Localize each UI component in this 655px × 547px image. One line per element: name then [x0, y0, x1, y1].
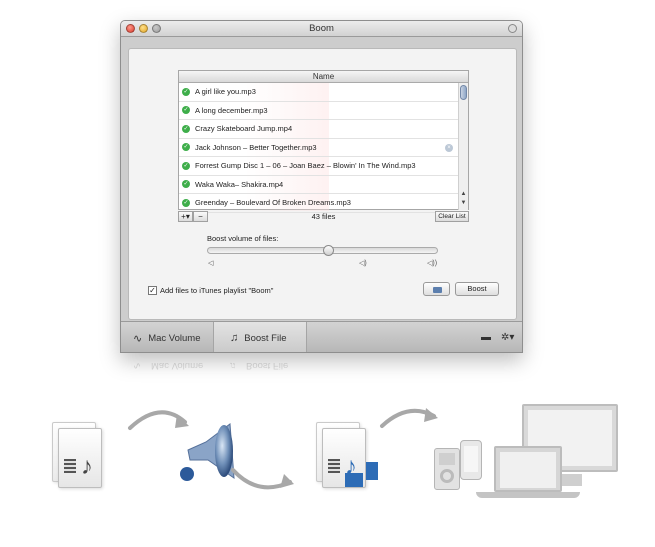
- list-item[interactable]: ✓ A long december.mp3: [179, 102, 458, 120]
- check-circle-icon: ✓: [182, 180, 190, 189]
- file-name: Crazy Skateboard Jump.mp4: [195, 124, 293, 134]
- window-title: Boom: [309, 23, 334, 34]
- file-name: A long december.mp3: [195, 105, 268, 115]
- tab-bar-reflection: ∿ Mac Volume ♫ Boost File: [121, 354, 522, 380]
- itunes-playlist-option[interactable]: ✓ Add files to iTunes playlist "Boom": [148, 286, 273, 295]
- arrow-icon: [231, 468, 294, 490]
- check-circle-icon: ✓: [182, 161, 190, 170]
- list-item[interactable]: ✓ Waka Waka– Shakira.mp4: [179, 176, 458, 194]
- itunes-checkbox[interactable]: ✓: [148, 286, 157, 295]
- reflected-tab-label: Mac Volume: [151, 360, 204, 371]
- music-file-icon: ♫: [230, 332, 239, 344]
- itunes-checkbox-label: Add files to iTunes playlist "Boom": [160, 286, 274, 295]
- list-footer: +▾ − 43 files Clear List: [178, 210, 469, 223]
- remove-item-icon[interactable]: ×: [445, 143, 453, 152]
- reflected-waveform-icon: ∿: [133, 360, 141, 371]
- film-strip-icon: [328, 459, 340, 473]
- phone-icon: [460, 440, 482, 480]
- column-header-name[interactable]: Name: [179, 71, 468, 83]
- file-name: A girl like you.mp3: [195, 87, 256, 97]
- title-bar[interactable]: Boom: [121, 21, 522, 37]
- tab-label: Mac Volume: [148, 332, 201, 344]
- scrollbar-thumb[interactable]: [460, 85, 467, 100]
- check-circle-icon: ✓: [182, 198, 190, 207]
- check-circle-icon: ✓: [182, 106, 190, 115]
- app-window: Boom Name ✓ A girl like you.mp3 ✓ A long…: [120, 20, 523, 353]
- list-item[interactable]: ✓ Forrest Gump Disc 1 – 06 – Joan Baez –…: [179, 157, 458, 176]
- monitor-stand: [560, 474, 582, 486]
- file-list[interactable]: Name ✓ A girl like you.mp3 ✓ A long dece…: [178, 70, 469, 213]
- film-strip-icon: [64, 459, 76, 473]
- volume-medium-icon: ◁): [359, 260, 367, 267]
- music-note-icon: ♪: [81, 453, 93, 480]
- file-name: Waka Waka– Shakira.mp4: [195, 179, 284, 189]
- ipod-icon: [434, 448, 460, 490]
- media-file-icon: ♪: [52, 422, 113, 498]
- toolbar-toggle-button[interactable]: [508, 24, 517, 33]
- volume-low-icon: ◁: [208, 260, 214, 267]
- folder-icon: [433, 287, 442, 293]
- boosted-media-file-icon: ♪: [316, 422, 380, 498]
- boost-volume-label: Boost volume of files:: [207, 234, 279, 243]
- speech-bubble-icon[interactable]: ▬: [481, 332, 491, 343]
- clear-list-button[interactable]: Clear List: [435, 211, 469, 222]
- gear-icon[interactable]: ✲▾: [501, 332, 514, 343]
- list-item[interactable]: ✓ Jack Johnson – Better Together.mp3 ×: [179, 139, 458, 157]
- boost-button[interactable]: Boost: [455, 282, 499, 296]
- check-circle-icon: ✓: [182, 143, 190, 152]
- volume-high-icon: ◁)): [427, 260, 438, 267]
- tab-mac-volume[interactable]: ∿ Mac Volume: [121, 322, 213, 352]
- file-rows: ✓ A girl like you.mp3 ✓ A long december.…: [179, 83, 458, 213]
- file-front-page: ♪: [322, 428, 366, 488]
- tab-label: Boost File: [244, 332, 287, 344]
- reflected-music-file-icon: ♫: [229, 360, 237, 371]
- devices-illustration: [432, 404, 622, 504]
- waveform-icon: ∿: [133, 332, 143, 345]
- file-name: Greenday – Boulevard Of Broken Dreams.mp…: [195, 198, 351, 208]
- reveal-folder-button[interactable]: [423, 282, 450, 296]
- laptop-icon: [494, 446, 562, 492]
- list-item[interactable]: ✓ A girl like you.mp3: [179, 83, 458, 102]
- boom-badge-icon: [345, 473, 363, 487]
- scroll-down-arrow-icon[interactable]: ▼: [460, 200, 467, 207]
- file-name: Jack Johnson – Better Together.mp3: [195, 142, 317, 152]
- check-circle-icon: ✓: [182, 87, 190, 96]
- check-circle-icon: ✓: [182, 124, 190, 133]
- slider-knob[interactable]: [323, 245, 335, 256]
- tab-boost-file[interactable]: ♫ Boost File: [213, 322, 307, 352]
- list-item[interactable]: ✓ Crazy Skateboard Jump.mp4: [179, 120, 458, 139]
- reflected-tab-label: Boost File: [246, 360, 289, 371]
- file-count: 43 files: [311, 212, 336, 221]
- bottom-tab-bar: ∿ Mac Volume ♫ Boost File ▬ ✲▾: [121, 321, 522, 352]
- vertical-scrollbar[interactable]: ▲ ▼: [458, 83, 468, 210]
- scroll-up-arrow-icon[interactable]: ▲: [460, 191, 467, 198]
- main-panel: Name ✓ A girl like you.mp3 ✓ A long dece…: [128, 48, 517, 320]
- file-front-page: ♪: [58, 428, 102, 488]
- boom-ribbon-icon: [366, 462, 378, 480]
- file-name: Forrest Gump Disc 1 – 06 – Joan Baez – B…: [195, 161, 416, 171]
- laptop-base: [476, 492, 580, 498]
